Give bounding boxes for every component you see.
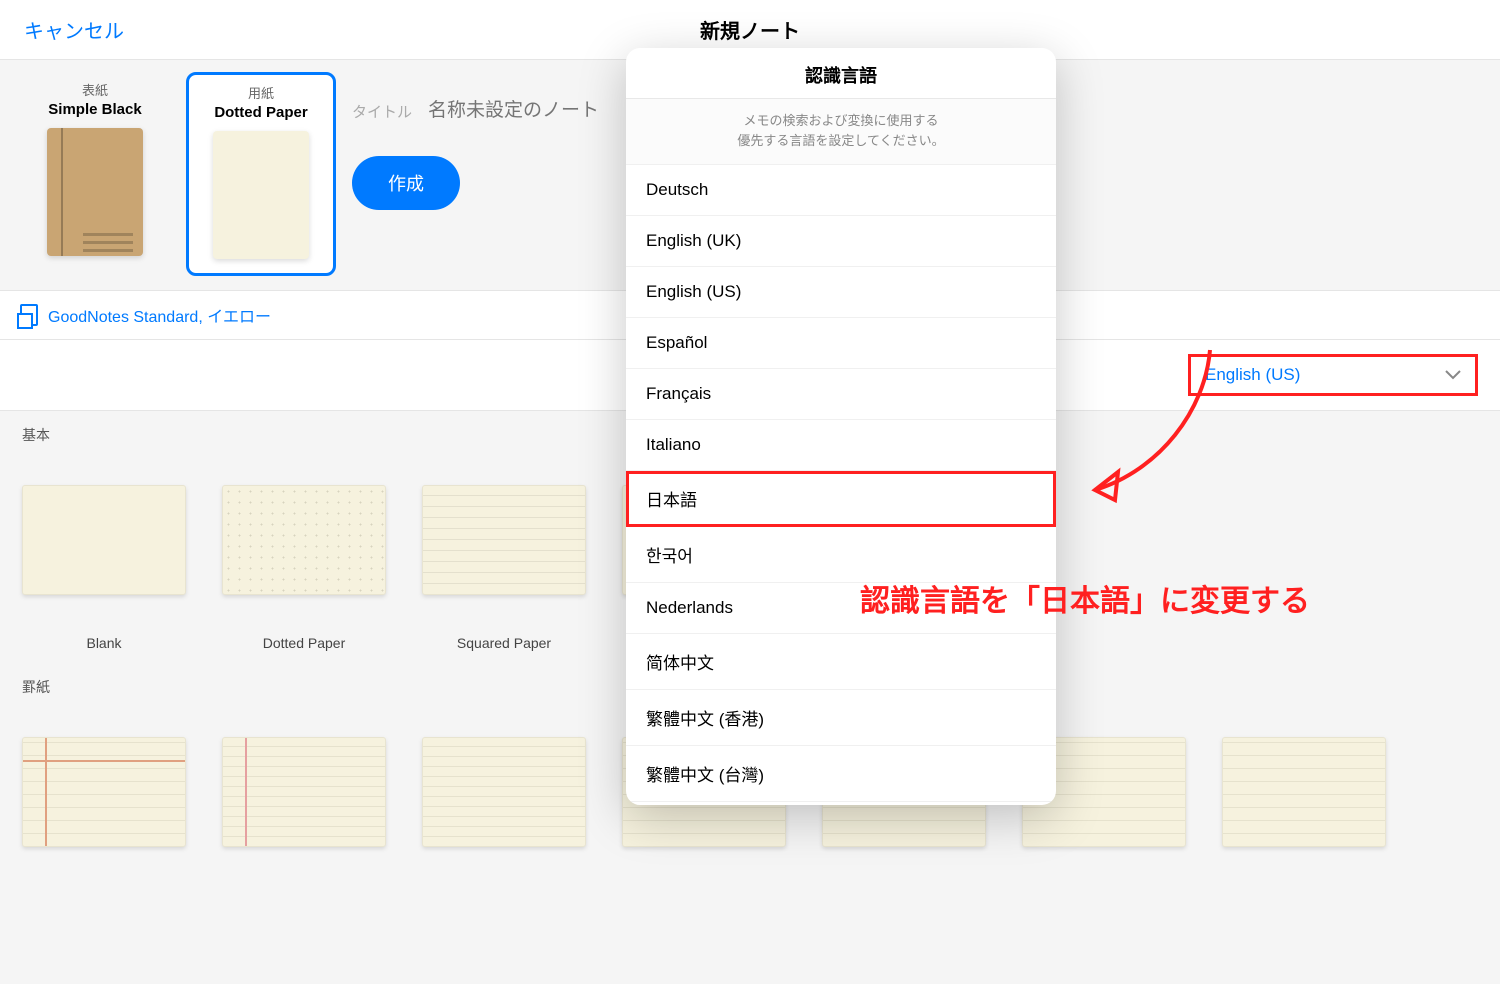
template-thumb: [22, 485, 186, 595]
language-option[interactable]: 繁體中文 (台灣): [626, 746, 1056, 802]
language-option[interactable]: 한국어: [626, 527, 1056, 583]
popover-subtitle-line2: 優先する言語を設定してください。: [737, 133, 944, 148]
language-option[interactable]: Français: [626, 369, 1056, 420]
page-title: 新規ノート: [700, 15, 800, 44]
annotation-text: 認識言語を「日本語」に変更する: [860, 576, 1310, 620]
language-option[interactable]: Português (Brasil): [626, 802, 1056, 805]
template-thumb: [422, 485, 586, 595]
language-option[interactable]: 日本語: [626, 471, 1056, 527]
template-blank[interactable]: Blank: [22, 485, 186, 651]
cover-value: Simple Black: [30, 101, 160, 118]
paper-label: 用紙: [199, 83, 323, 102]
language-option[interactable]: Español: [626, 318, 1056, 369]
template-thumb: [222, 485, 386, 595]
popover-title: 認識言語: [626, 48, 1056, 99]
template-thumb: [422, 737, 586, 847]
template-name: Dotted Paper: [222, 635, 386, 651]
paper-selector[interactable]: 用紙 Dotted Paper: [186, 72, 336, 276]
template-more[interactable]: [1222, 737, 1386, 847]
popover-subtitle: メモの検索および変換に使用する 優先する言語を設定してください。: [626, 99, 1056, 165]
language-option[interactable]: Italiano: [626, 420, 1056, 471]
template-dotted[interactable]: Dotted Paper: [222, 485, 386, 651]
language-list: DeutschEnglish (UK)English (US)EspañolFr…: [626, 165, 1056, 805]
annotation-arrow: [1060, 340, 1230, 510]
template-legal[interactable]: [22, 737, 186, 847]
cover-thumb: [47, 128, 143, 256]
popover-subtitle-line1: メモの検索および変換に使用する: [743, 113, 938, 128]
template-narrow[interactable]: [422, 737, 586, 847]
language-option[interactable]: English (UK): [626, 216, 1056, 267]
cancel-button[interactable]: キャンセル: [24, 15, 124, 44]
template-thumb: [22, 737, 186, 847]
template-thumb: [1222, 737, 1386, 847]
title-label: タイトル: [352, 101, 412, 122]
cover-selector[interactable]: 表紙 Simple Black: [20, 72, 170, 276]
language-option[interactable]: English (US): [626, 267, 1056, 318]
template-name: Squared Paper: [422, 635, 586, 651]
paper-value: Dotted Paper: [199, 104, 323, 121]
language-select[interactable]: English (US): [1188, 354, 1478, 396]
language-option[interactable]: 简体中文: [626, 634, 1056, 690]
create-button[interactable]: 作成: [352, 156, 460, 210]
language-option[interactable]: 繁體中文 (香港): [626, 690, 1056, 746]
template-thumb: [222, 737, 386, 847]
template-name: Blank: [22, 635, 186, 651]
template-squared[interactable]: Squared Paper: [422, 485, 586, 651]
language-option[interactable]: Deutsch: [626, 165, 1056, 216]
paper-thumb: [213, 131, 309, 259]
chevron-down-icon: [1445, 370, 1461, 380]
cover-label: 表紙: [30, 80, 160, 99]
template-college[interactable]: [222, 737, 386, 847]
language-popover: 認識言語 メモの検索および変換に使用する 優先する言語を設定してください。 De…: [626, 48, 1056, 805]
page-format-icon: [20, 304, 38, 326]
